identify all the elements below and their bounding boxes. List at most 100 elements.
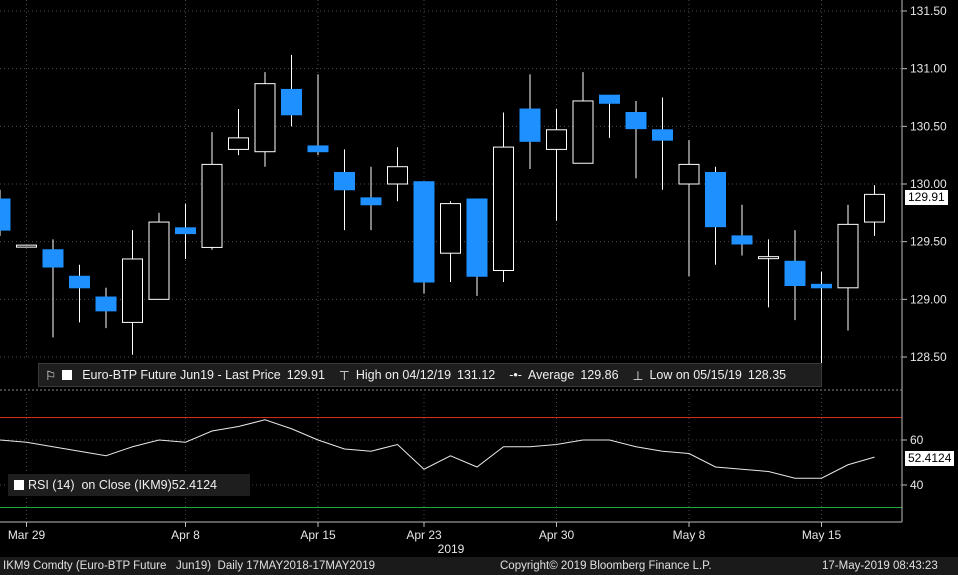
candle-body-down <box>731 235 753 245</box>
price-tick-label: 131.00 <box>910 62 947 76</box>
candle <box>148 212 170 300</box>
x-tick-label: Apr 8 <box>171 528 200 542</box>
price-tick-label: 129.50 <box>910 235 947 249</box>
candle-body-down <box>360 197 382 206</box>
candle <box>175 203 196 259</box>
candle-body-down <box>281 88 302 116</box>
rsi-legend: RSI (14) on Close (IKM9) 52.4124 <box>8 474 250 496</box>
candle <box>334 149 355 231</box>
candle <box>16 244 37 248</box>
rsi-line-group <box>0 419 875 479</box>
candle-body-up <box>864 193 885 223</box>
candle <box>572 72 594 164</box>
candle-body-up <box>387 166 408 185</box>
price-legend: ⚐ Euro-BTP Future Jun19 - Last Price 129… <box>38 363 822 387</box>
candle <box>466 198 488 296</box>
candle <box>387 147 408 202</box>
x-tick-label: May 8 <box>673 528 706 542</box>
candle <box>228 109 249 156</box>
candle <box>758 239 779 308</box>
legend-last-price: 129.91 <box>286 368 325 382</box>
rsi-swatch <box>14 480 24 490</box>
candle-body-up <box>148 221 170 300</box>
candle-body-up <box>758 256 779 260</box>
x-tick-label: May 15 <box>802 528 842 542</box>
legend-flag-icon: ⚐ <box>45 368 57 383</box>
candle <box>360 166 382 231</box>
candle-body-down <box>705 171 726 228</box>
candle-body-up <box>572 100 594 164</box>
candle-body-up <box>678 163 700 185</box>
candle <box>599 94 620 138</box>
footer-bar: IKM9 Comdty (Euro-BTP Future Jun19) Dail… <box>0 557 958 575</box>
candle <box>69 264 90 323</box>
candle <box>122 230 143 355</box>
candle-body-up <box>254 83 276 153</box>
candle-body-up <box>493 146 514 272</box>
candle-body-down <box>307 145 329 153</box>
candle-body-up <box>440 203 461 254</box>
legend-average-label: Average <box>527 368 575 382</box>
candle <box>705 166 726 265</box>
candle-body-down <box>625 111 647 130</box>
footer-ticker: IKM9 Comdty (Euro-BTP Future Jun19) Dail… <box>3 560 375 572</box>
candle-body-down <box>95 296 117 312</box>
candle-body-down <box>175 227 196 235</box>
price-tick-label: 131.50 <box>910 4 947 18</box>
high-marker-icon: ⊤ <box>338 368 350 383</box>
candle-body-down <box>519 108 541 142</box>
candle <box>625 100 647 179</box>
candle-body-up <box>546 129 567 150</box>
footer-timestamp: 17-May-2019 08:43:23 <box>822 560 938 572</box>
price-tick-label: 129.00 <box>910 292 947 306</box>
price-tick-label: 128.50 <box>910 350 947 364</box>
year-label: 2019 <box>438 542 465 556</box>
x-tick-label: Apr 30 <box>539 528 575 542</box>
legend-high-label: High on 04/12/19 <box>355 368 452 382</box>
legend-high-value: 131.12 <box>457 368 496 382</box>
candle <box>864 185 885 236</box>
x-tick-label: Mar 29 <box>8 528 46 542</box>
candle-body-down <box>42 249 64 268</box>
candle <box>652 97 673 190</box>
candle-body-down <box>0 198 11 231</box>
candle <box>413 181 435 294</box>
legend-average-value: 129.86 <box>580 368 619 382</box>
legend-series-swatch <box>62 370 73 380</box>
candle-body-up <box>122 258 143 323</box>
candle-body-up <box>837 223 859 289</box>
rsi-line <box>0 419 875 479</box>
rsi-grid <box>0 394 902 522</box>
low-marker-icon: ⊥ <box>632 368 644 383</box>
candle <box>784 230 806 321</box>
price-tick-label: 130.50 <box>910 119 947 133</box>
legend-low-value: 128.35 <box>747 368 787 382</box>
last-price-tag: 129.91 <box>905 190 948 205</box>
candle-body-down <box>652 129 673 141</box>
candle <box>201 132 223 250</box>
price-tick-label: 130.00 <box>910 177 947 191</box>
rsi-tick-label: 40 <box>910 478 924 492</box>
candle <box>254 72 276 167</box>
rsi-tick-label: 60 <box>910 433 924 447</box>
candle <box>0 189 11 236</box>
candle <box>519 74 541 170</box>
candle-body-up <box>16 244 37 248</box>
footer-copyright: Copyright© 2019 Bloomberg Finance L.P. <box>500 560 712 572</box>
candle-body-down <box>413 181 435 283</box>
candle <box>440 201 461 283</box>
candle <box>493 112 514 283</box>
candles <box>0 54 885 375</box>
candle-body-down <box>784 260 806 286</box>
candle-body-down <box>466 198 488 277</box>
candle <box>546 109 567 221</box>
rsi-value: 52.4124 <box>171 478 217 492</box>
candle <box>42 239 64 338</box>
rsi-label: RSI (14) on Close (IKM9) <box>28 478 172 492</box>
candle <box>811 271 832 375</box>
candle-body-down <box>599 94 620 104</box>
legend-series-label: Euro-BTP Future Jun19 - Last Price <box>82 368 281 382</box>
candle-body-up <box>228 137 249 150</box>
candle-body-down <box>69 275 90 289</box>
candle <box>281 54 302 127</box>
